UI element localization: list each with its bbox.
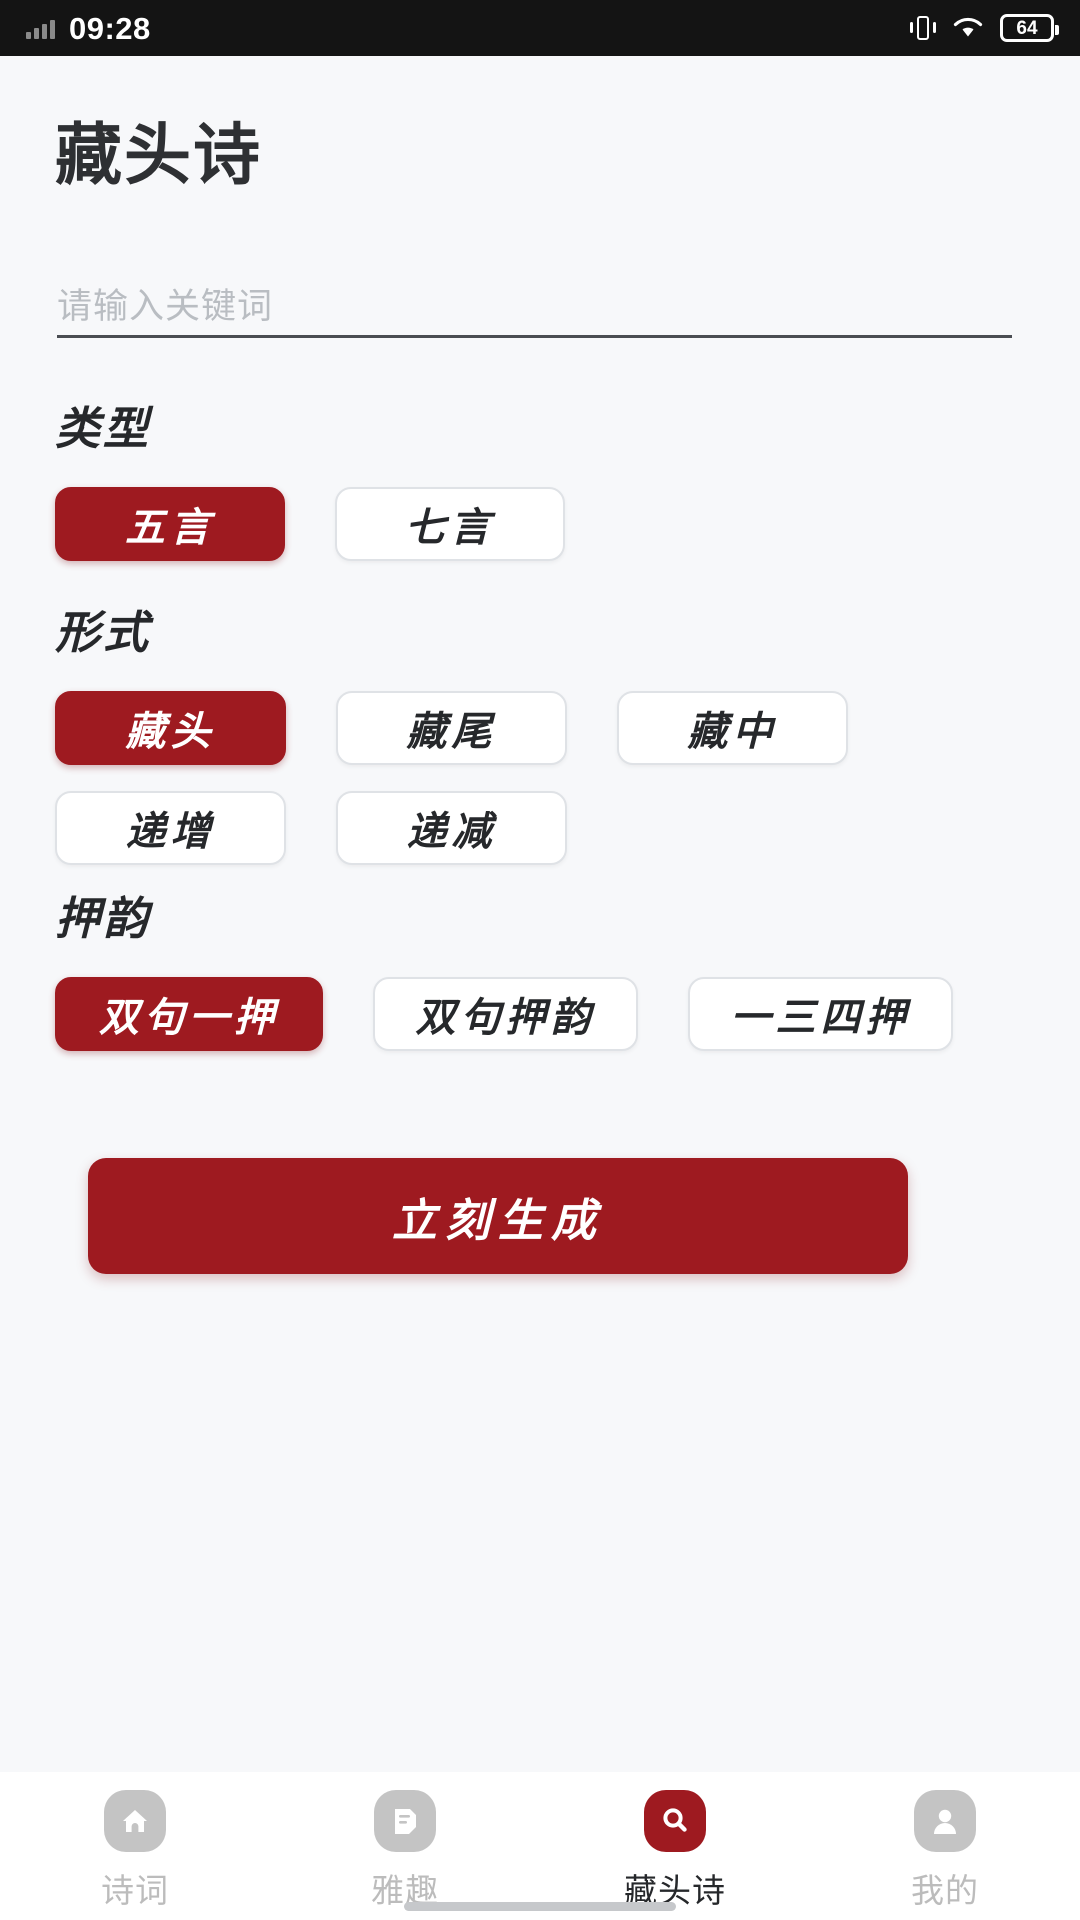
chip-form-3[interactable]: 递增 bbox=[55, 791, 286, 865]
chip-row-form: 藏头 藏尾 藏中 递增 递减 bbox=[0, 691, 1080, 865]
nav-item-poems[interactable]: 诗词 bbox=[0, 1790, 270, 1912]
app-screen: 09:28 64 藏头诗 请输入关键词 类型 bbox=[0, 0, 1080, 1920]
nav-item-profile[interactable]: 我的 bbox=[810, 1790, 1080, 1912]
chip-form-4[interactable]: 递减 bbox=[336, 791, 567, 865]
main-content: 藏头诗 请输入关键词 类型 五言 七言 形式 藏头 藏尾 藏中 递增 递减 bbox=[0, 56, 1080, 1772]
chip-row-rhyme[interactable]: 双句一押 双句押韵 一三四押 bbox=[0, 977, 1080, 1051]
section-form: 形式 藏头 藏尾 藏中 递增 递减 bbox=[0, 596, 1080, 865]
chip-row-type: 五言 七言 bbox=[0, 487, 1080, 561]
status-bar-clock: 09:28 bbox=[69, 13, 151, 44]
search-icon bbox=[644, 1790, 706, 1852]
chip-form-1[interactable]: 藏尾 bbox=[336, 691, 567, 765]
signal-bars-icon bbox=[26, 17, 55, 39]
section-label-type: 类型 bbox=[55, 392, 1080, 457]
battery-level: 64 bbox=[1016, 19, 1037, 38]
chip-form-0[interactable]: 藏头 bbox=[55, 691, 286, 765]
chip-type-0[interactable]: 五言 bbox=[55, 487, 285, 561]
section-rhyme: 押韵 双句一押 双句押韵 一三四押 bbox=[0, 882, 1080, 1051]
page-title: 藏头诗 bbox=[55, 122, 262, 189]
chip-type-1[interactable]: 七言 bbox=[335, 487, 565, 561]
nav-item-acrostic[interactable]: 藏头诗 bbox=[540, 1790, 810, 1912]
bottom-navigation: 诗词 雅趣 藏头诗 bbox=[0, 1772, 1080, 1920]
chip-rhyme-2[interactable]: 一三四押 bbox=[688, 977, 953, 1051]
nav-label-profile: 我的 bbox=[911, 1864, 979, 1912]
generate-button[interactable]: 立刻生成 bbox=[88, 1158, 908, 1274]
document-icon bbox=[374, 1790, 436, 1852]
chip-form-2[interactable]: 藏中 bbox=[617, 691, 848, 765]
keyword-input[interactable]: 请输入关键词 bbox=[57, 276, 1012, 338]
person-icon bbox=[914, 1790, 976, 1852]
wifi-icon bbox=[953, 16, 983, 40]
chip-rhyme-0[interactable]: 双句一押 bbox=[55, 977, 323, 1051]
home-icon bbox=[104, 1790, 166, 1852]
nav-item-elegance[interactable]: 雅趣 bbox=[270, 1790, 540, 1912]
status-bar-right: 64 bbox=[910, 14, 1054, 42]
section-label-form: 形式 bbox=[55, 596, 1080, 661]
vibrate-icon bbox=[910, 14, 936, 42]
keyword-input-placeholder: 请输入关键词 bbox=[57, 278, 273, 329]
status-bar: 09:28 64 bbox=[0, 0, 1080, 56]
nav-label-poems: 诗词 bbox=[101, 1864, 169, 1912]
section-type: 类型 五言 七言 bbox=[0, 392, 1080, 561]
section-label-rhyme: 押韵 bbox=[55, 882, 1080, 947]
home-indicator bbox=[404, 1902, 676, 1911]
battery-icon: 64 bbox=[1000, 14, 1054, 42]
status-bar-left: 09:28 bbox=[26, 13, 151, 44]
chip-rhyme-1[interactable]: 双句押韵 bbox=[373, 977, 638, 1051]
